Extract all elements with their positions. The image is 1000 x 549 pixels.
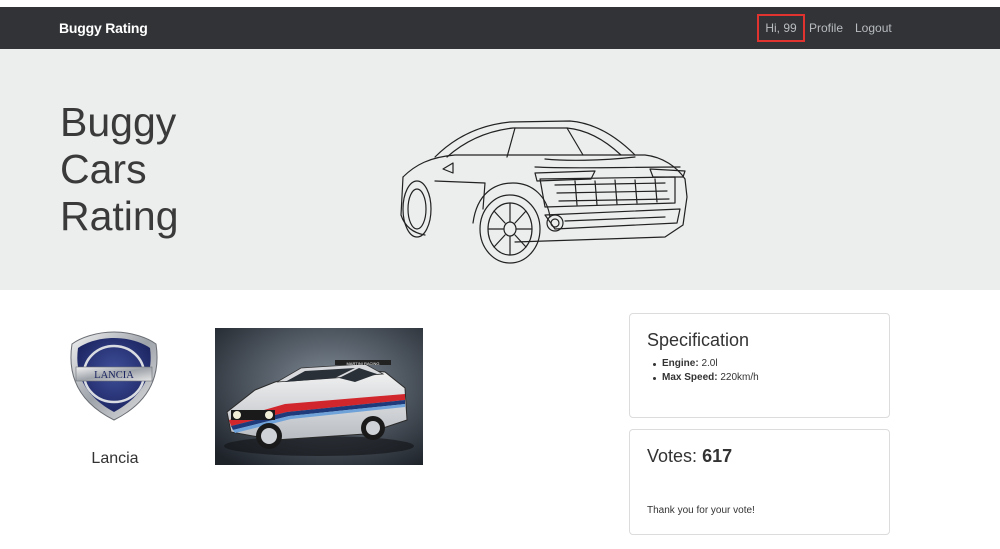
rally-car-photo: MARTINI RACING [215,328,423,465]
hero-title: Buggy Cars Rating [60,99,260,240]
votes-heading: Votes: 617 [647,446,732,467]
hero-title-line-3: Rating [60,193,179,239]
hero-banner: Buggy Cars Rating [0,49,1000,290]
spec-item-max-speed: Max Speed: 220km/h [653,371,759,385]
specification-title: Specification [647,330,750,350]
vote-confirmation-message: Thank you for your vote! [647,505,755,516]
rally-car-livery-text: MARTINI RACING [346,361,379,366]
lancia-logo: LANCIA [70,331,158,421]
logout-link[interactable]: Logout [855,7,892,49]
spec-label: Engine: [662,358,699,369]
votes-card: Votes: 617 Thank you for your vote! [629,429,890,535]
top-strip [0,0,1000,7]
make-name: Lancia [91,450,139,467]
hero-title-line-1: Buggy [60,99,177,145]
hero-title-line-2: Cars [60,146,147,192]
specification-card: Specification Engine: 2.0l Max Speed: 22… [629,313,890,418]
votes-label: Votes: [647,446,698,466]
votes-count: 617 [702,446,733,466]
brand-link[interactable]: Buggy Rating [59,7,148,49]
spec-value: 2.0l [701,358,718,369]
hero-car-illustration [400,120,688,264]
lancia-logo-text: LANCIA [94,370,134,381]
page: Buggy Rating Hi, 99 Profile Logout Buggy… [0,0,1000,549]
navbar: Buggy Rating Hi, 99 Profile Logout [0,7,1000,49]
specification-list: Engine: 2.0l Max Speed: 220km/h [653,357,759,385]
spec-item-engine: Engine: 2.0l [653,357,759,371]
model-photo: MARTINI RACING [215,328,423,465]
user-greeting-link[interactable]: Hi, 99 [757,14,805,42]
spec-value: 220km/h [720,372,759,383]
profile-link[interactable]: Profile [809,7,843,49]
spec-label: Max Speed: [662,372,718,383]
